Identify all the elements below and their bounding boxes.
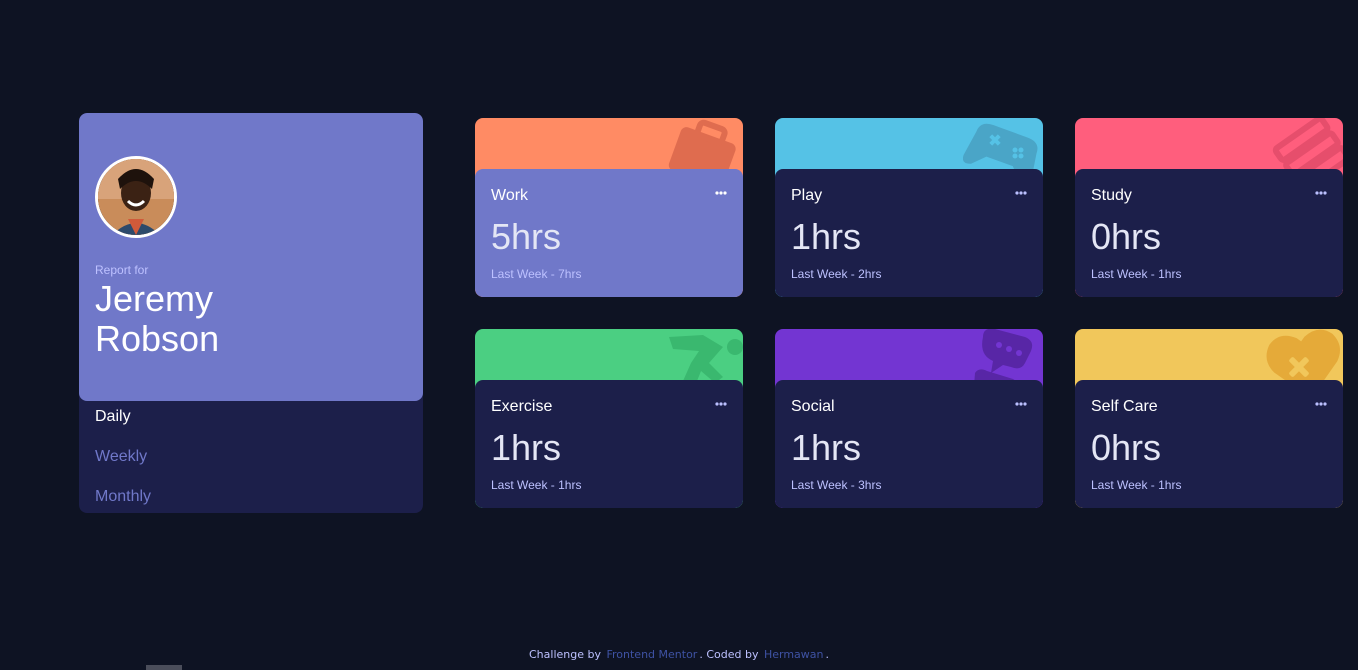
tab-monthly[interactable]: Monthly xyxy=(95,489,407,513)
frontend-mentor-link[interactable]: Frontend Mentor xyxy=(606,648,697,661)
card-body[interactable]: Exercise 1hrs Last Week - 1hrs xyxy=(475,380,743,508)
tab-daily[interactable]: Daily xyxy=(95,409,407,449)
footer-suffix: . xyxy=(825,648,830,661)
ellipsis-icon[interactable] xyxy=(1315,190,1327,196)
card-title: Work xyxy=(491,187,529,204)
card-exercise: Exercise 1hrs Last Week - 1hrs xyxy=(475,329,743,508)
previous-hours: Last Week - 1hrs xyxy=(1091,478,1182,492)
scrollbar-thumb[interactable] xyxy=(146,665,182,670)
card-title: Self Care xyxy=(1091,398,1158,415)
card-title: Exercise xyxy=(491,398,553,415)
current-hours: 0hrs xyxy=(1091,427,1162,468)
current-hours: 0hrs xyxy=(1091,216,1162,257)
card-title: Play xyxy=(791,187,823,204)
card-body[interactable]: Work 5hrs Last Week - 7hrs xyxy=(475,169,743,297)
card-play: Play 1hrs Last Week - 2hrs xyxy=(775,118,1043,297)
report-for-label: Report for xyxy=(95,263,149,277)
profile-card: Report for Jeremy Robson Daily Weekly Mo… xyxy=(79,113,423,513)
avatar-image xyxy=(98,159,174,235)
card-title: Social xyxy=(791,398,835,415)
card-body[interactable]: Study 0hrs Last Week - 1hrs xyxy=(1075,169,1343,297)
period-tabs: Daily Weekly Monthly xyxy=(79,401,423,513)
current-hours: 1hrs xyxy=(491,427,562,468)
current-hours: 1hrs xyxy=(791,216,862,257)
author-link[interactable]: Hermawan xyxy=(764,648,824,661)
ellipsis-icon[interactable] xyxy=(715,190,727,196)
page: Report for Jeremy Robson Daily Weekly Mo… xyxy=(0,0,1358,670)
footer-middle: . Coded by xyxy=(699,648,759,661)
card-social: Social 1hrs Last Week - 3hrs xyxy=(775,329,1043,508)
card-self-care: Self Care 0hrs Last Week - 1hrs xyxy=(1075,329,1343,508)
ellipsis-icon[interactable] xyxy=(715,401,727,407)
card-title: Study xyxy=(1091,187,1132,204)
card-study: Study 0hrs Last Week - 1hrs xyxy=(1075,118,1343,297)
previous-hours: Last Week - 3hrs xyxy=(791,478,882,492)
tab-weekly[interactable]: Weekly xyxy=(95,449,407,489)
footer-prefix: Challenge by xyxy=(529,648,601,661)
ellipsis-icon[interactable] xyxy=(1015,190,1027,196)
card-body[interactable]: Self Care 0hrs Last Week - 1hrs xyxy=(1075,380,1343,508)
user-name: Jeremy Robson xyxy=(95,278,220,359)
ellipsis-icon[interactable] xyxy=(1315,401,1327,407)
current-hours: 1hrs xyxy=(791,427,862,468)
card-work: Work 5hrs Last Week - 7hrs xyxy=(475,118,743,297)
current-hours: 5hrs xyxy=(491,216,562,257)
ellipsis-icon[interactable] xyxy=(1015,401,1027,407)
previous-hours: Last Week - 7hrs xyxy=(491,267,582,281)
attribution-footer: Challenge by Frontend Mentor. Coded by H… xyxy=(0,648,1358,661)
avatar xyxy=(95,156,177,238)
card-body[interactable]: Play 1hrs Last Week - 2hrs xyxy=(775,169,1043,297)
previous-hours: Last Week - 2hrs xyxy=(791,267,882,281)
previous-hours: Last Week - 1hrs xyxy=(1091,267,1182,281)
card-body[interactable]: Social 1hrs Last Week - 3hrs xyxy=(775,380,1043,508)
profile-header: Report for Jeremy Robson xyxy=(79,113,423,401)
previous-hours: Last Week - 1hrs xyxy=(491,478,582,492)
